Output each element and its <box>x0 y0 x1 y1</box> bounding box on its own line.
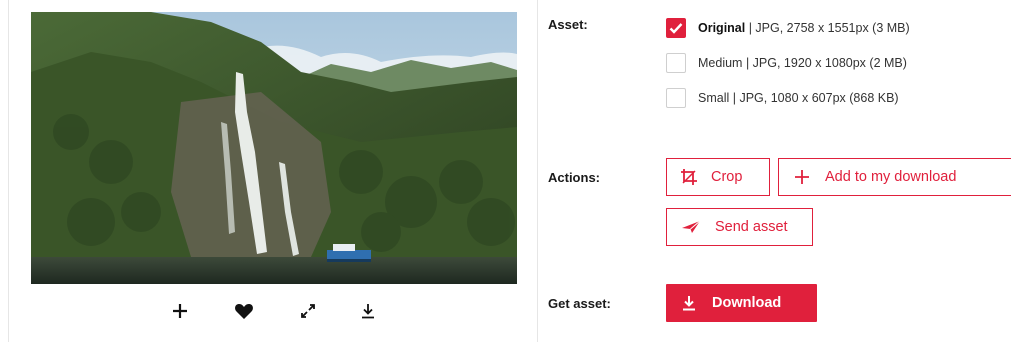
checkbox-checked[interactable] <box>666 18 686 38</box>
send-asset-button[interactable]: Send asset <box>666 208 813 246</box>
download-button[interactable]: Download <box>666 284 817 322</box>
quick-download-button[interactable] <box>353 296 383 326</box>
checkmark-icon <box>669 23 683 34</box>
crop-button[interactable]: Crop <box>666 158 770 196</box>
fullscreen-button[interactable] <box>293 296 323 326</box>
asset-option-original[interactable]: Original | JPG, 2758 x 1551px (3 MB) <box>666 17 910 39</box>
asset-option-name: Medium <box>698 56 743 70</box>
add-to-my-download-button[interactable]: Add to my download <box>778 158 1011 196</box>
checkbox-unchecked[interactable] <box>666 88 686 108</box>
add-to-collection-button[interactable] <box>165 296 195 326</box>
asset-option-name: Original <box>698 21 746 35</box>
crop-button-label: Crop <box>711 169 743 185</box>
crop-icon <box>681 169 697 185</box>
asset-option-small[interactable]: Small | JPG, 1080 x 607px (868 KB) <box>666 87 899 109</box>
asset-option-details: | JPG, 2758 x 1551px (3 MB) <box>745 21 910 35</box>
asset-label: Asset: <box>548 17 588 32</box>
download-button-label: Download <box>712 295 782 311</box>
actions-label: Actions: <box>548 170 600 185</box>
plus-icon <box>173 304 187 318</box>
waterfall-fjord-photo <box>31 12 517 284</box>
preview-toolbar <box>31 296 517 326</box>
favorite-button[interactable] <box>229 296 259 326</box>
asset-option-details: | JPG, 1080 x 607px (868 KB) <box>729 91 899 105</box>
paper-plane-icon <box>682 220 701 233</box>
get-asset-label: Get asset: <box>548 296 611 311</box>
heart-icon <box>235 303 253 319</box>
asset-preview-image[interactable] <box>31 12 517 284</box>
download-icon <box>683 296 695 311</box>
checkbox-unchecked[interactable] <box>666 53 686 73</box>
download-icon <box>362 304 374 319</box>
plus-icon <box>795 170 809 184</box>
asset-option-medium[interactable]: Medium | JPG, 1920 x 1080px (2 MB) <box>666 52 907 74</box>
left-divider <box>8 0 9 342</box>
asset-option-details: | JPG, 1920 x 1080px (2 MB) <box>742 56 907 70</box>
add-to-my-download-label: Add to my download <box>825 169 957 185</box>
asset-option-name: Small <box>698 91 730 105</box>
column-divider <box>537 0 538 342</box>
send-asset-label: Send asset <box>715 219 788 235</box>
expand-icon <box>301 304 315 318</box>
